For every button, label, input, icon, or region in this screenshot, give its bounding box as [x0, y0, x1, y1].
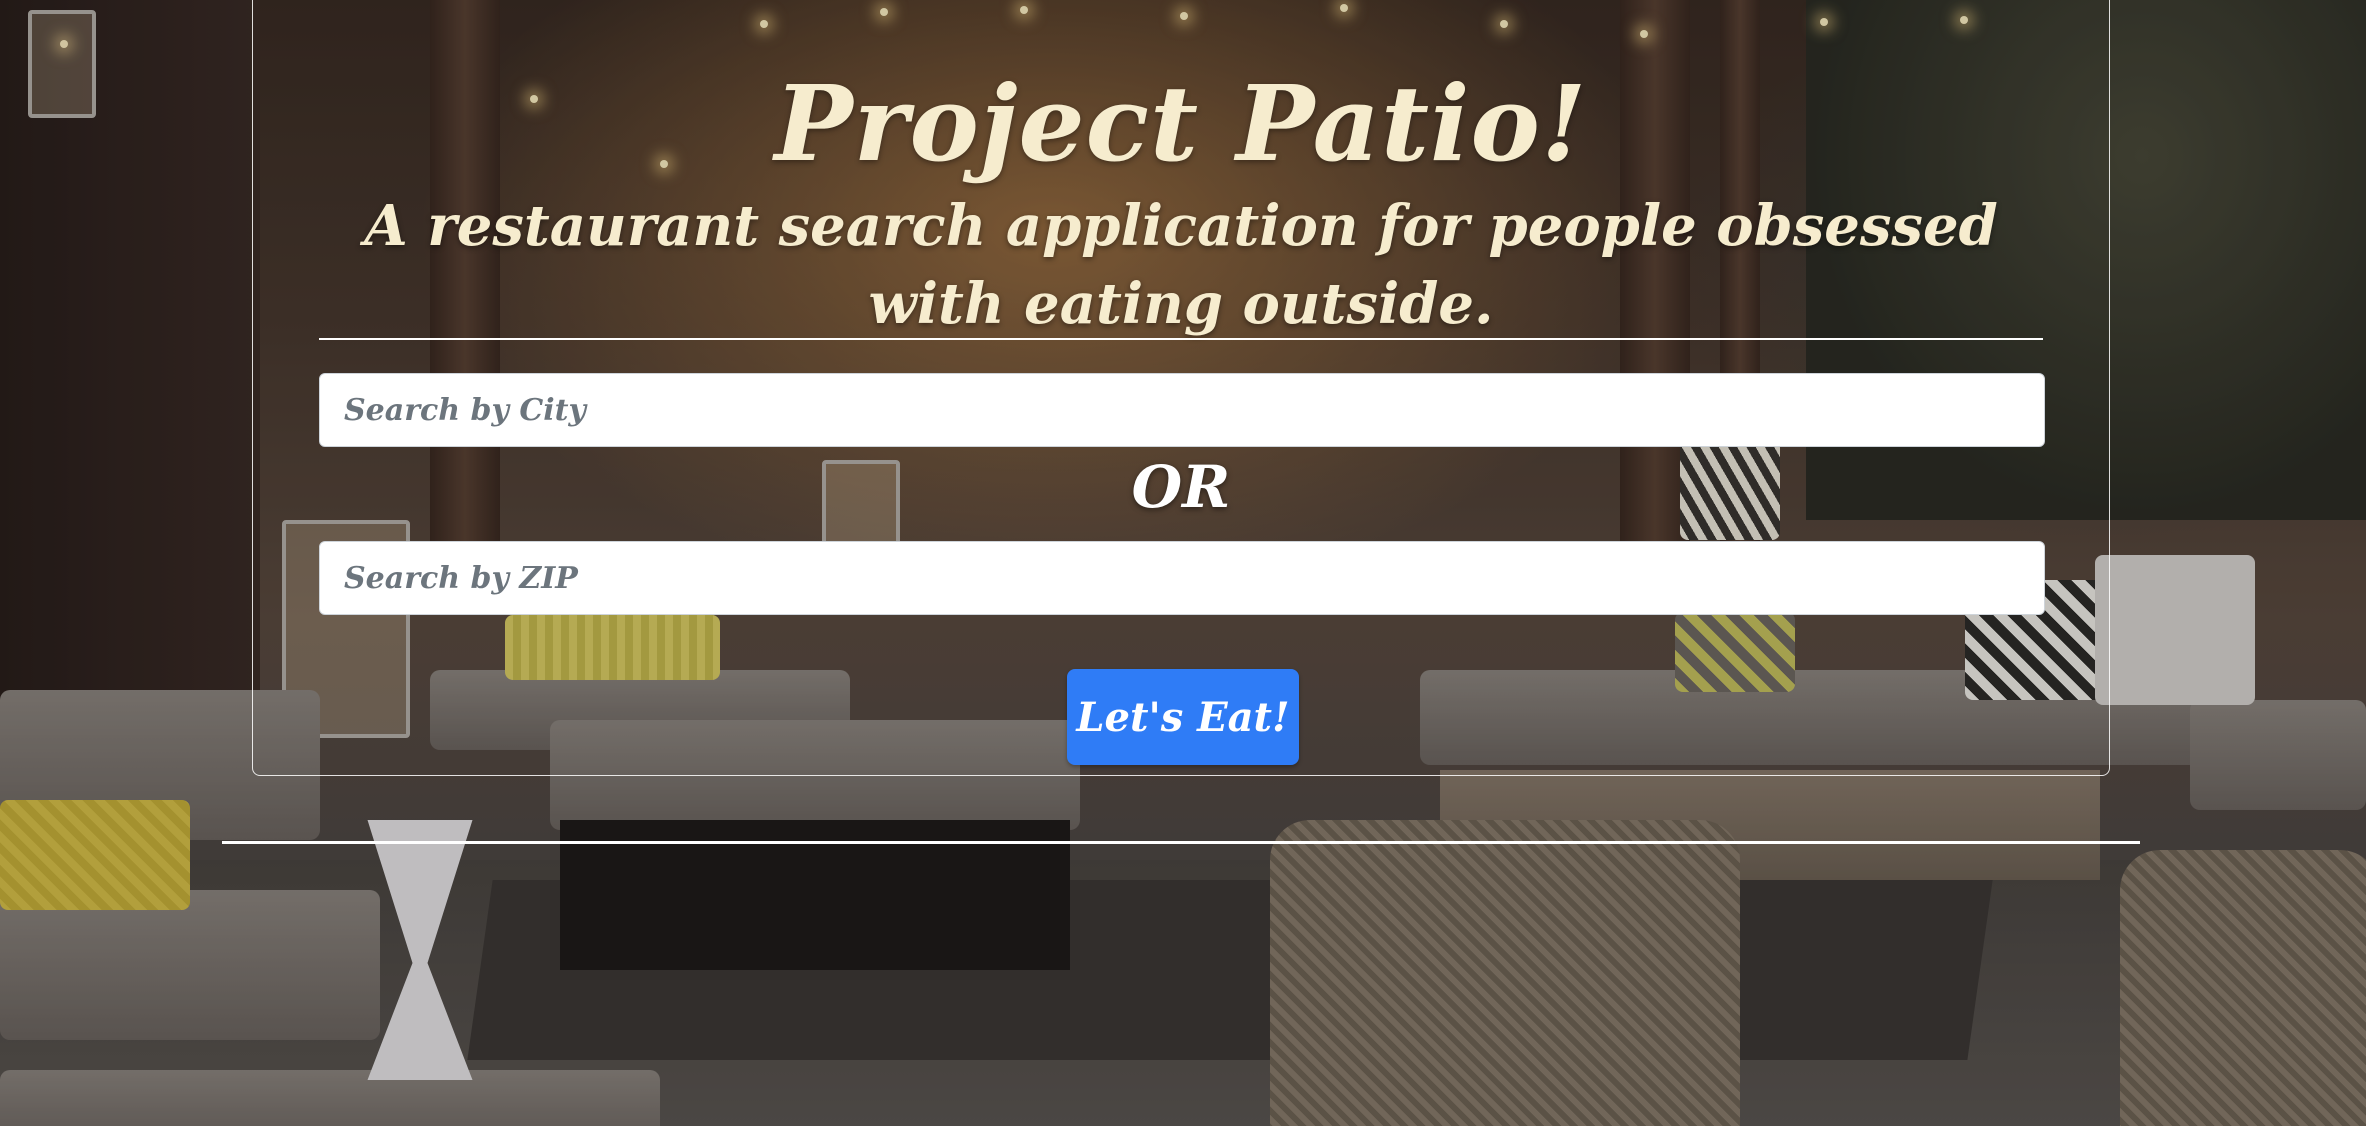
lets-eat-button[interactable]: Let's Eat! [1067, 669, 1299, 765]
or-separator: OR [1131, 453, 1231, 521]
page-divider [222, 841, 2140, 844]
city-search-input[interactable] [319, 373, 2045, 447]
title-divider [319, 338, 2043, 340]
page-title: Project Patio! [774, 61, 1588, 185]
search-panel: Project Patio! A restaurant search appli… [252, 0, 2110, 776]
page-subtitle: A restaurant search application for peop… [364, 193, 1998, 338]
zip-search-input[interactable] [319, 541, 2045, 615]
